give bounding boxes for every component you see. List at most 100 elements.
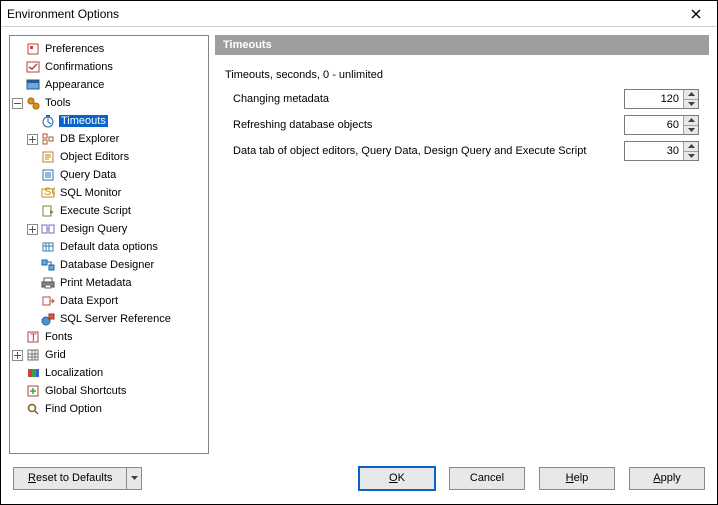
- svg-text:SQL: SQL: [44, 186, 55, 198]
- query-data-icon: [40, 167, 56, 183]
- tree-label: DB Explorer: [59, 133, 120, 145]
- chevron-down-icon: [688, 154, 695, 158]
- chevron-up-icon: [688, 118, 695, 122]
- reset-split-button: Reset to Defaults: [13, 467, 142, 490]
- tree-item-design-query[interactable]: Design Query: [12, 220, 206, 238]
- spin-down-button[interactable]: [684, 126, 698, 135]
- find-icon: [25, 401, 41, 417]
- confirmations-icon: [25, 59, 41, 75]
- nav-tree[interactable]: Preferences Confirmations Appearance Too…: [9, 35, 209, 454]
- field-label: Refreshing database objects: [233, 119, 624, 131]
- tree-label: Grid: [44, 349, 67, 361]
- reset-dropdown-button[interactable]: [126, 467, 142, 490]
- tree-label: Object Editors: [59, 151, 130, 163]
- field-refreshing: Refreshing database objects: [225, 113, 699, 137]
- tree-label: Timeouts: [59, 115, 108, 127]
- spin-up-button[interactable]: [684, 90, 698, 100]
- db-designer-icon: [40, 257, 56, 273]
- tree-item-tools[interactable]: Tools: [12, 94, 206, 112]
- tree-label: Print Metadata: [59, 277, 133, 289]
- tree-item-print-metadata[interactable]: Print Metadata: [12, 274, 206, 292]
- expander-icon[interactable]: [27, 134, 38, 145]
- tree-label: Tools: [44, 97, 72, 109]
- tree-item-global-shortcuts[interactable]: Global Shortcuts: [12, 382, 206, 400]
- titlebar: Environment Options: [1, 1, 717, 27]
- panel-header: Timeouts: [215, 35, 709, 55]
- tree-label: Preferences: [44, 43, 105, 55]
- tree-item-fonts[interactable]: T Fonts: [12, 328, 206, 346]
- chevron-down-icon: [131, 476, 138, 480]
- reset-button[interactable]: Reset to Defaults: [13, 467, 126, 490]
- spin-down-button[interactable]: [684, 152, 698, 161]
- tree-label: SQL Monitor: [59, 187, 122, 199]
- apply-button[interactable]: Apply: [629, 467, 705, 490]
- tree-label: Execute Script: [59, 205, 132, 217]
- field-datatab: Data tab of object editors, Query Data, …: [225, 139, 699, 163]
- tree-item-sql-server-ref[interactable]: SQL Server Reference: [12, 310, 206, 328]
- spin-refreshing: [624, 115, 699, 135]
- chevron-up-icon: [688, 144, 695, 148]
- tree-label: Database Designer: [59, 259, 155, 271]
- svg-text:T: T: [30, 332, 37, 344]
- tree-item-timeouts[interactable]: Timeouts: [12, 112, 206, 130]
- close-button[interactable]: [681, 4, 711, 24]
- tree-label: Default data options: [59, 241, 159, 253]
- tree-item-grid[interactable]: Grid: [12, 346, 206, 364]
- tree-item-localization[interactable]: Localization: [12, 364, 206, 382]
- help-button[interactable]: Help: [539, 467, 615, 490]
- chevron-down-icon: [688, 102, 695, 106]
- tree-item-default-data-options[interactable]: Default data options: [12, 238, 206, 256]
- refreshing-input[interactable]: [625, 116, 683, 134]
- tree-label: SQL Server Reference: [59, 313, 172, 325]
- spin-up-button[interactable]: [684, 142, 698, 152]
- tree-item-data-export[interactable]: Data Export: [12, 292, 206, 310]
- tree-item-query-data[interactable]: Query Data: [12, 166, 206, 184]
- tree-label: Global Shortcuts: [44, 385, 127, 397]
- datatab-input[interactable]: [625, 142, 683, 160]
- db-explorer-icon: [40, 131, 56, 147]
- design-query-icon: [40, 221, 56, 237]
- tree-label: Confirmations: [44, 61, 114, 73]
- tree-label: Query Data: [59, 169, 117, 181]
- tree-item-find-option[interactable]: Find Option: [12, 400, 206, 418]
- close-icon: [691, 9, 701, 19]
- tree-item-sql-monitor[interactable]: SQL SQL Monitor: [12, 184, 206, 202]
- tree-item-appearance[interactable]: Appearance: [12, 76, 206, 94]
- tree-label: Localization: [44, 367, 104, 379]
- chevron-up-icon: [688, 92, 695, 96]
- timeouts-icon: [40, 113, 56, 129]
- tree-item-confirmations[interactable]: Confirmations: [12, 58, 206, 76]
- ok-button[interactable]: OK: [359, 467, 435, 490]
- tree-item-db-explorer[interactable]: DB Explorer: [12, 130, 206, 148]
- cancel-button[interactable]: Cancel: [449, 467, 525, 490]
- expander-icon[interactable]: [12, 350, 23, 361]
- expander-icon[interactable]: [27, 224, 38, 235]
- tree-label: Data Export: [59, 295, 119, 307]
- panel-body: Timeouts, seconds, 0 - unlimited Changin…: [215, 55, 709, 454]
- spin-up-button[interactable]: [684, 116, 698, 126]
- group-label: Timeouts, seconds, 0 - unlimited: [225, 69, 699, 81]
- shortcuts-icon: [25, 383, 41, 399]
- expander-icon[interactable]: [12, 98, 23, 109]
- sql-server-ref-icon: [40, 311, 56, 327]
- body-area: Preferences Confirmations Appearance Too…: [1, 27, 717, 462]
- tree-item-database-designer[interactable]: Database Designer: [12, 256, 206, 274]
- tree-label: Appearance: [44, 79, 105, 91]
- object-editors-icon: [40, 149, 56, 165]
- tree-label: Design Query: [59, 223, 128, 235]
- changing-metadata-input[interactable]: [625, 90, 683, 108]
- field-changing-metadata: Changing metadata: [225, 87, 699, 111]
- fonts-icon: T: [25, 329, 41, 345]
- field-label: Changing metadata: [233, 93, 624, 105]
- chevron-down-icon: [688, 128, 695, 132]
- tree-item-preferences[interactable]: Preferences: [12, 40, 206, 58]
- data-export-icon: [40, 293, 56, 309]
- grid-icon: [25, 347, 41, 363]
- tree-item-object-editors[interactable]: Object Editors: [12, 148, 206, 166]
- tree-item-execute-script[interactable]: Execute Script: [12, 202, 206, 220]
- default-data-icon: [40, 239, 56, 255]
- print-icon: [40, 275, 56, 291]
- field-label: Data tab of object editors, Query Data, …: [233, 145, 624, 157]
- spin-down-button[interactable]: [684, 100, 698, 109]
- button-bar: Reset to Defaults OK Cancel Help Apply: [1, 462, 717, 504]
